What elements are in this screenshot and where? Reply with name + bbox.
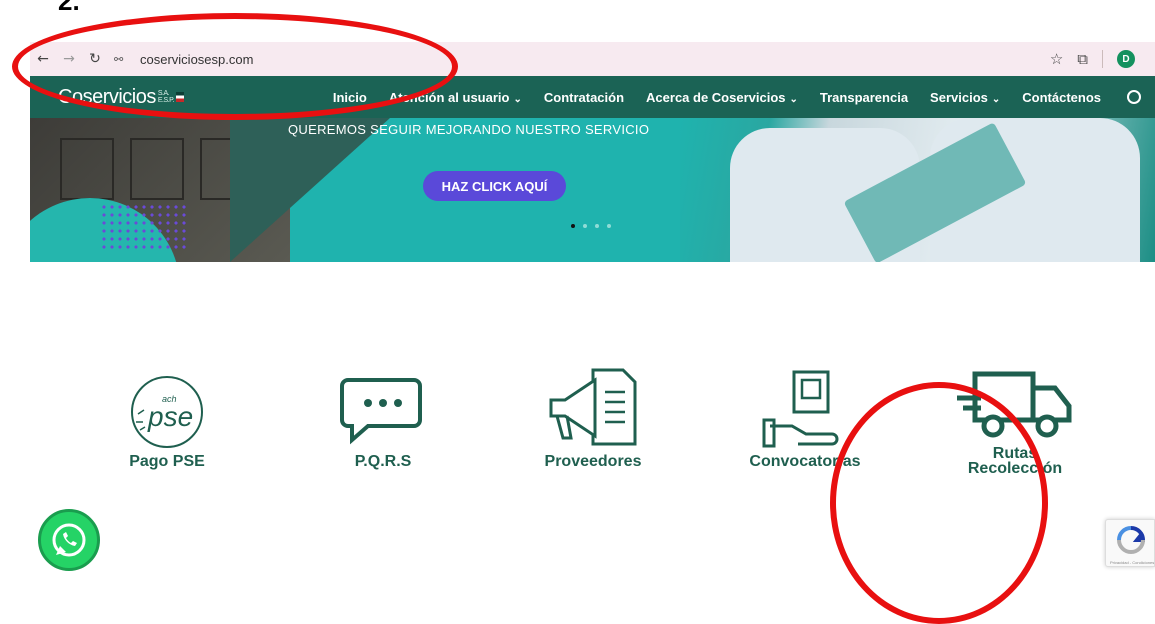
annotation-ellipse-address-bar: [12, 13, 458, 120]
whatsapp-button[interactable]: [38, 509, 100, 571]
nav-item-acerca[interactable]: Acerca de Coservicios ⌄: [646, 90, 798, 105]
recaptcha-icon: [1117, 526, 1146, 555]
megaphone-icon: [549, 368, 637, 446]
slider-pagination: [571, 224, 611, 228]
chevron-down-icon: ⌄: [991, 93, 1001, 105]
service-label: Pago PSE: [129, 453, 205, 470]
chat-bubble-icon: [340, 378, 422, 445]
chevron-down-icon: ⌄: [513, 93, 522, 105]
extensions-icon[interactable]: ⧉: [1077, 50, 1088, 68]
service-pqrs[interactable]: P.Q.R.S: [308, 372, 458, 470]
main-nav: Inicio Atención al usuario ⌄ Contratación…: [333, 90, 1155, 105]
recaptcha-footer: Privacidad - Condiciones: [1110, 560, 1155, 565]
service-label: Proveedores: [544, 453, 642, 470]
nav-item-contratacion[interactable]: Contratación: [544, 90, 624, 105]
profile-avatar[interactable]: D: [1117, 50, 1135, 68]
whatsapp-icon: [52, 523, 86, 557]
nav-item-servicios[interactable]: Servicios ⌄: [930, 90, 1000, 105]
nav-item-contactenos[interactable]: Contáctenos: [1022, 90, 1101, 105]
bookmark-star-icon[interactable]: ☆: [1050, 50, 1063, 68]
chevron-down-icon: ⌄: [789, 93, 798, 105]
toolbar-divider: [1102, 50, 1103, 68]
hand-document-icon: [762, 370, 839, 448]
slider-dot[interactable]: [583, 224, 587, 228]
hero-headline: QUEREMOS SEGUIR MEJORANDO NUESTRO SERVIC…: [288, 122, 650, 137]
step-number: 2.: [58, 0, 80, 16]
hero-cta-button[interactable]: HAZ CLICK AQUÍ: [423, 171, 566, 201]
slider-dot[interactable]: [607, 224, 611, 228]
nav-item-transparencia[interactable]: Transparencia: [820, 90, 908, 105]
hero-banner: QUEREMOS SEGUIR MEJORANDO NUESTRO SERVIC…: [30, 118, 1155, 262]
slider-dot[interactable]: [595, 224, 599, 228]
hero-diagonal-shape: [230, 118, 390, 262]
annotation-circle-rutas: [830, 382, 1048, 624]
svg-text:pse: pse: [147, 401, 193, 432]
slider-dot[interactable]: [571, 224, 575, 228]
recaptcha-badge[interactable]: Privacidad - Condiciones: [1105, 519, 1155, 567]
search-icon[interactable]: [1127, 90, 1141, 104]
hero-dot-pattern: [100, 203, 190, 253]
service-proveedores[interactable]: Proveedores: [518, 366, 668, 470]
service-pago-pse[interactable]: ach pse Pago PSE: [92, 372, 242, 470]
pse-icon: ach pse: [131, 376, 203, 448]
service-label: P.Q.R.S: [354, 453, 412, 470]
